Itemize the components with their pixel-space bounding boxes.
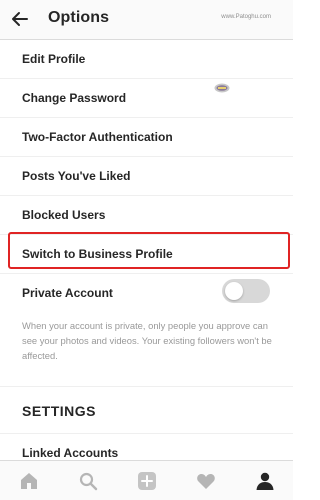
menu-item-label: Edit Profile [22, 52, 86, 66]
back-arrow-icon[interactable] [10, 9, 30, 29]
watermark-text: www.Patoghu.com [221, 14, 271, 20]
home-icon[interactable] [19, 471, 39, 491]
menu-item-label: Blocked Users [22, 208, 106, 222]
menu-item-label: Two-Factor Authentication [22, 130, 173, 144]
settings-section-header: SETTINGS [0, 386, 293, 434]
activity-heart-icon[interactable] [196, 471, 216, 491]
private-account-toggle[interactable] [222, 279, 270, 303]
section-title: SETTINGS [22, 403, 97, 419]
menu-item-two-factor-authentication[interactable]: Two-Factor Authentication [0, 118, 293, 157]
menu-item-change-password[interactable]: Change Password [0, 79, 293, 118]
menu-item-blocked-users[interactable]: Blocked Users [0, 196, 293, 235]
menu-item-label: Posts You've Liked [22, 169, 131, 183]
private-account-note: When your account is private, only peopl… [22, 320, 272, 361]
profile-icon[interactable] [255, 471, 275, 491]
sticker-icon [214, 83, 230, 93]
menu-item-label: Linked Accounts [22, 446, 119, 460]
bottom-tab-bar [0, 460, 293, 500]
search-icon[interactable] [78, 471, 98, 491]
private-account-label: Private Account [22, 286, 113, 300]
top-bar: Options www.Patoghu.com [0, 0, 293, 40]
add-post-icon[interactable] [137, 471, 157, 491]
menu-item-linked-accounts[interactable]: Linked Accounts [0, 434, 293, 460]
menu-item-switch-to-business-profile[interactable]: Switch to Business Profile [0, 235, 293, 274]
menu-item-label: Change Password [22, 91, 127, 105]
menu-item-label: Switch to Business Profile [22, 247, 173, 261]
page-title: Options [48, 9, 110, 26]
toggle-knob [225, 282, 243, 300]
menu-item-posts-liked[interactable]: Posts You've Liked [0, 157, 293, 196]
menu-item-edit-profile[interactable]: Edit Profile [0, 40, 293, 79]
